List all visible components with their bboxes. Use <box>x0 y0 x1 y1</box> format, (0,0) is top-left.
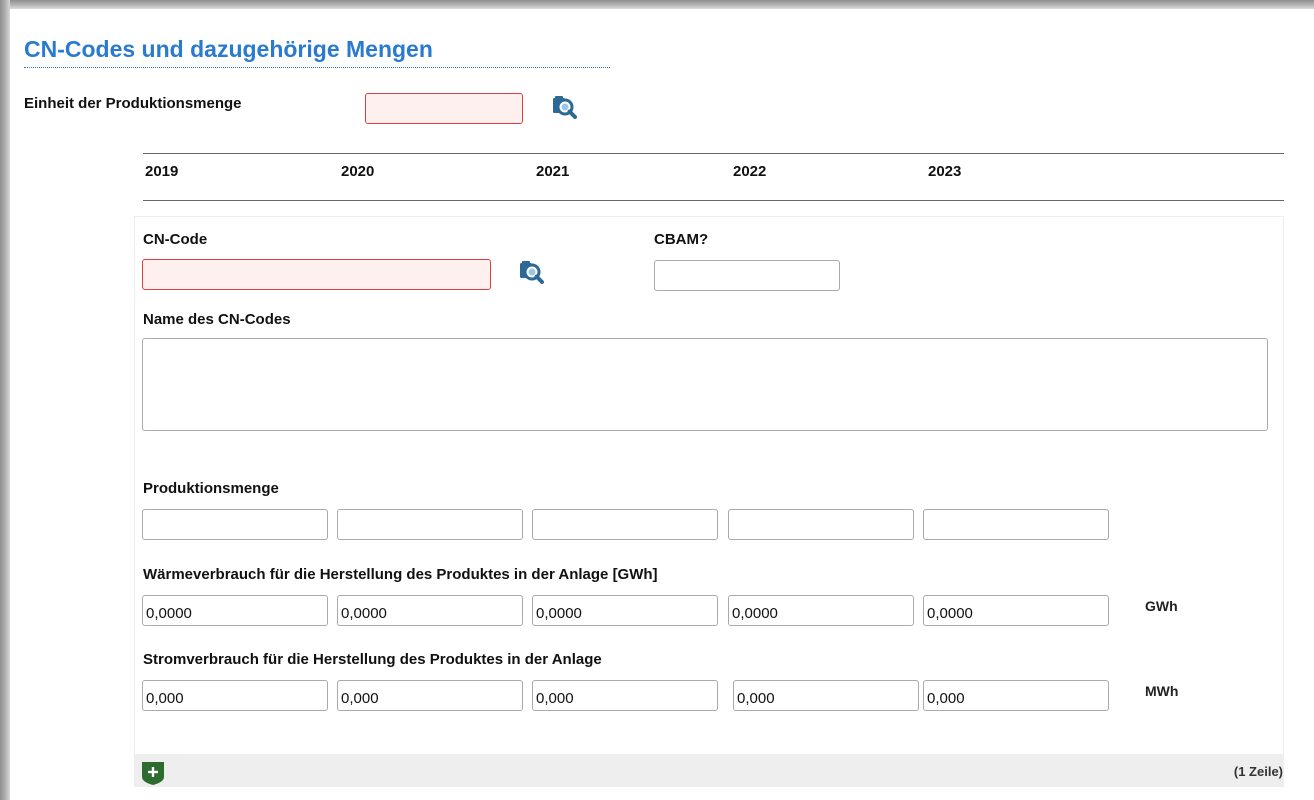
heat-input-2019[interactable]: 0,0000 <box>142 595 328 626</box>
window-frame-top <box>0 0 1314 9</box>
production-label: Produktionsmenge <box>143 480 279 497</box>
unit-lookup-icon[interactable] <box>550 93 578 121</box>
heat-input-2023[interactable]: 0,0000 <box>923 595 1109 626</box>
cbam-input[interactable] <box>654 260 840 291</box>
power-input-2021[interactable]: 0,000 <box>532 680 718 711</box>
cn-name-textarea[interactable] <box>142 338 1268 431</box>
year-header-2021: 2021 <box>536 163 570 180</box>
power-input-2020[interactable]: 0,000 <box>337 680 523 711</box>
production-input-2022[interactable] <box>728 509 914 540</box>
production-input-2023[interactable] <box>923 509 1109 540</box>
add-row-button[interactable] <box>141 761 165 786</box>
heat-input-2022[interactable]: 0,0000 <box>728 595 914 626</box>
heat-label: Wärmeverbrauch für die Herstellung des P… <box>143 566 658 583</box>
heat-input-2020[interactable]: 0,0000 <box>337 595 523 626</box>
cn-name-label: Name des CN-Codes <box>143 311 291 328</box>
panel-footer <box>134 754 1284 787</box>
cn-code-lookup-icon[interactable] <box>517 258 545 286</box>
unit-label: Einheit der Produktionsmenge <box>24 95 242 112</box>
window-frame-left <box>0 0 10 800</box>
cn-code-input[interactable] <box>142 259 491 290</box>
years-divider-top <box>143 153 1284 154</box>
cbam-label: CBAM? <box>654 231 709 248</box>
year-header-2020: 2020 <box>341 163 375 180</box>
production-input-2019[interactable] <box>142 509 328 540</box>
row-count: (1 Zeile) <box>1233 764 1283 779</box>
cn-code-label: CN-Code <box>143 231 208 248</box>
power-input-2022[interactable]: 0,000 <box>733 680 919 711</box>
year-header-2023: 2023 <box>928 163 962 180</box>
production-input-2020[interactable] <box>337 509 523 540</box>
heat-input-2021[interactable]: 0,0000 <box>532 595 718 626</box>
year-header-2019: 2019 <box>145 163 179 180</box>
section-title: CN-Codes und dazugehörige Mengen <box>24 36 610 68</box>
power-input-2023[interactable]: 0,000 <box>923 680 1109 711</box>
year-header-2022: 2022 <box>733 163 767 180</box>
power-unit: MWh <box>1145 683 1179 699</box>
plus-icon <box>142 762 164 785</box>
years-divider-bottom <box>143 200 1284 201</box>
power-input-2019[interactable]: 0,000 <box>142 680 328 711</box>
unit-input[interactable] <box>365 93 523 124</box>
heat-unit: GWh <box>1145 598 1178 614</box>
power-label: Stromverbrauch für die Herstellung des P… <box>143 651 602 668</box>
production-input-2021[interactable] <box>532 509 718 540</box>
